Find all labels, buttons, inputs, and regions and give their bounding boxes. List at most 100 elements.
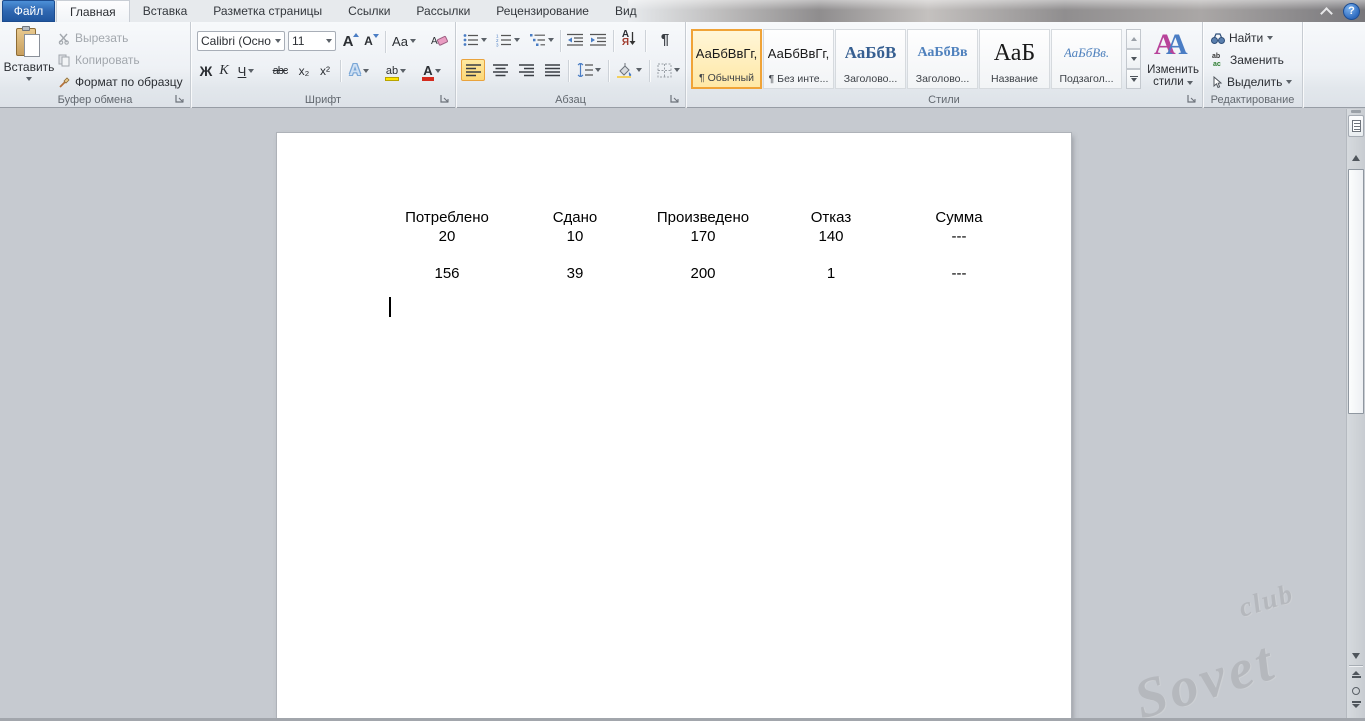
previous-page-button[interactable] [1352,671,1361,681]
find-binoculars-icon [1211,32,1225,45]
shrink-font-button[interactable]: А [362,30,381,52]
format-painter-button[interactable]: Формат по образцу [58,72,183,92]
line-spacing-icon [575,63,593,77]
tab-references[interactable]: Ссылки [335,0,403,22]
line-spacing-button[interactable] [573,59,603,81]
bullets-button[interactable] [461,30,489,50]
chevron-down-icon [400,69,406,73]
paste-dropdown-icon[interactable] [26,77,32,81]
ribbon: Вставить Вырезать Копировать Формат по о… [0,22,1365,108]
next-page-button[interactable] [1352,701,1361,711]
find-button[interactable]: Найти [1211,28,1273,48]
scrollbar-thumb[interactable] [1348,169,1364,414]
tab-file[interactable]: Файл [2,0,55,22]
bold-button[interactable]: Ж [197,60,215,82]
styles-dialog-launcher[interactable] [1187,94,1199,106]
strikethrough-button[interactable]: abc [267,60,293,82]
minimize-ribbon-icon[interactable] [1318,4,1336,19]
chevron-down-icon [326,39,332,43]
styles-scroll-down-button[interactable] [1126,49,1141,69]
scroll-up-icon[interactable] [1352,155,1360,161]
replace-label: Заменить [1230,53,1284,67]
font-size-value: 11 [292,34,304,48]
font-dialog-launcher[interactable] [440,94,452,106]
paste-button[interactable]: Вставить [3,25,55,95]
style-chip-title[interactable]: АаБ Название [979,29,1050,89]
clear-formatting-button[interactable]: А [427,29,451,53]
italic-button[interactable]: К [216,60,232,82]
tab-home[interactable]: Главная [56,0,130,22]
chevron-down-icon [275,39,281,43]
styles-more-button[interactable] [1126,69,1141,89]
font-color-button[interactable]: А [416,60,448,82]
style-name: Заголово... [916,73,970,85]
find-label: Найти [1229,31,1263,45]
underline-icon: Ч [238,64,247,79]
align-center-button[interactable] [488,59,512,81]
increase-indent-button[interactable] [587,30,609,50]
style-chip-heading2[interactable]: АаБбВв Заголово... [907,29,978,89]
document-page[interactable]: Потреблено Сдано Произведено Отказ Сумма… [277,133,1071,718]
show-marks-button[interactable]: ¶ [654,28,676,50]
style-preview: АаБбВв [917,33,967,73]
help-button[interactable]: ? [1343,3,1360,20]
change-case-button[interactable]: Аа [390,30,418,52]
shrink-arrow-icon [373,34,379,38]
tab-view[interactable]: Вид [602,0,650,22]
ruler-toggle-button[interactable] [1348,115,1364,137]
change-styles-button[interactable]: АА Изменить стили [1146,28,1200,96]
subscript-button[interactable]: x₂ [294,60,314,82]
align-right-button[interactable] [514,59,538,81]
change-styles-icon: АА [1146,28,1200,62]
bold-icon: Ж [200,63,213,79]
clipboard-dialog-launcher[interactable] [175,94,187,106]
justify-button[interactable] [540,59,564,81]
cut-button[interactable]: Вырезать [58,28,128,48]
text-effects-button[interactable]: А [344,60,374,82]
browse-object-button[interactable] [1352,687,1360,695]
highlight-button[interactable]: ab [379,60,413,82]
superscript-button[interactable]: x² [315,60,335,82]
vertical-scrollbar[interactable] [1346,109,1365,718]
numbering-button[interactable]: 123 [494,30,522,50]
style-chip-subtitle[interactable]: АаБбВв. Подзагол... [1051,29,1122,89]
table-cell: 1 [767,265,895,282]
underline-button[interactable]: Ч [233,60,259,82]
align-left-button[interactable] [461,59,485,81]
font-name-combo[interactable]: Calibri (Осно [197,31,285,51]
style-name: Подзагол... [1059,73,1113,85]
sort-button[interactable]: АЯ [617,28,641,50]
style-chip-heading1[interactable]: АаБбВ Заголово... [835,29,906,89]
group-clipboard: Вставить Вырезать Копировать Формат по о… [0,22,191,108]
decrease-indent-button[interactable] [564,30,586,50]
grow-font-button[interactable]: А [341,30,361,52]
borders-button[interactable] [652,59,684,81]
select-button[interactable]: Выделить [1211,72,1292,92]
replace-icon: ab ac [1211,53,1226,68]
multilevel-list-button[interactable] [527,30,557,50]
style-name: Заголово... [844,73,898,85]
tab-page-layout[interactable]: Разметка страницы [200,0,335,22]
copy-button[interactable]: Копировать [58,50,140,70]
tab-insert[interactable]: Вставка [130,0,201,22]
table-cell: --- [895,228,1023,245]
increase-indent-icon [590,33,606,47]
replace-button[interactable]: ab ac Заменить [1211,50,1284,70]
font-group-label: Шрифт [191,94,455,106]
font-size-combo[interactable]: 11 [288,31,336,51]
shading-button[interactable] [613,59,645,81]
shrink-font-letter: А [364,34,373,48]
style-preview: АаБбВ [845,33,897,73]
multilevel-list-icon [530,33,546,47]
styles-scroll-up-button[interactable] [1126,29,1141,49]
table-header-row: Потреблено Сдано Произведено Отказ Сумма [383,209,1023,226]
paragraph-dialog-launcher[interactable] [670,94,682,106]
select-label: Выделить [1227,75,1282,89]
tab-review[interactable]: Рецензирование [483,0,602,22]
style-chip-normal[interactable]: АаБбВвГг, ¶ Обычный [691,29,762,89]
column-header: Отказ [767,209,895,226]
style-chip-no-spacing[interactable]: АаБбВвГг, ¶ Без инте... [763,29,834,89]
split-handle[interactable] [1351,110,1361,113]
tab-mailings[interactable]: Рассылки [403,0,483,22]
scroll-down-icon[interactable] [1352,653,1360,659]
